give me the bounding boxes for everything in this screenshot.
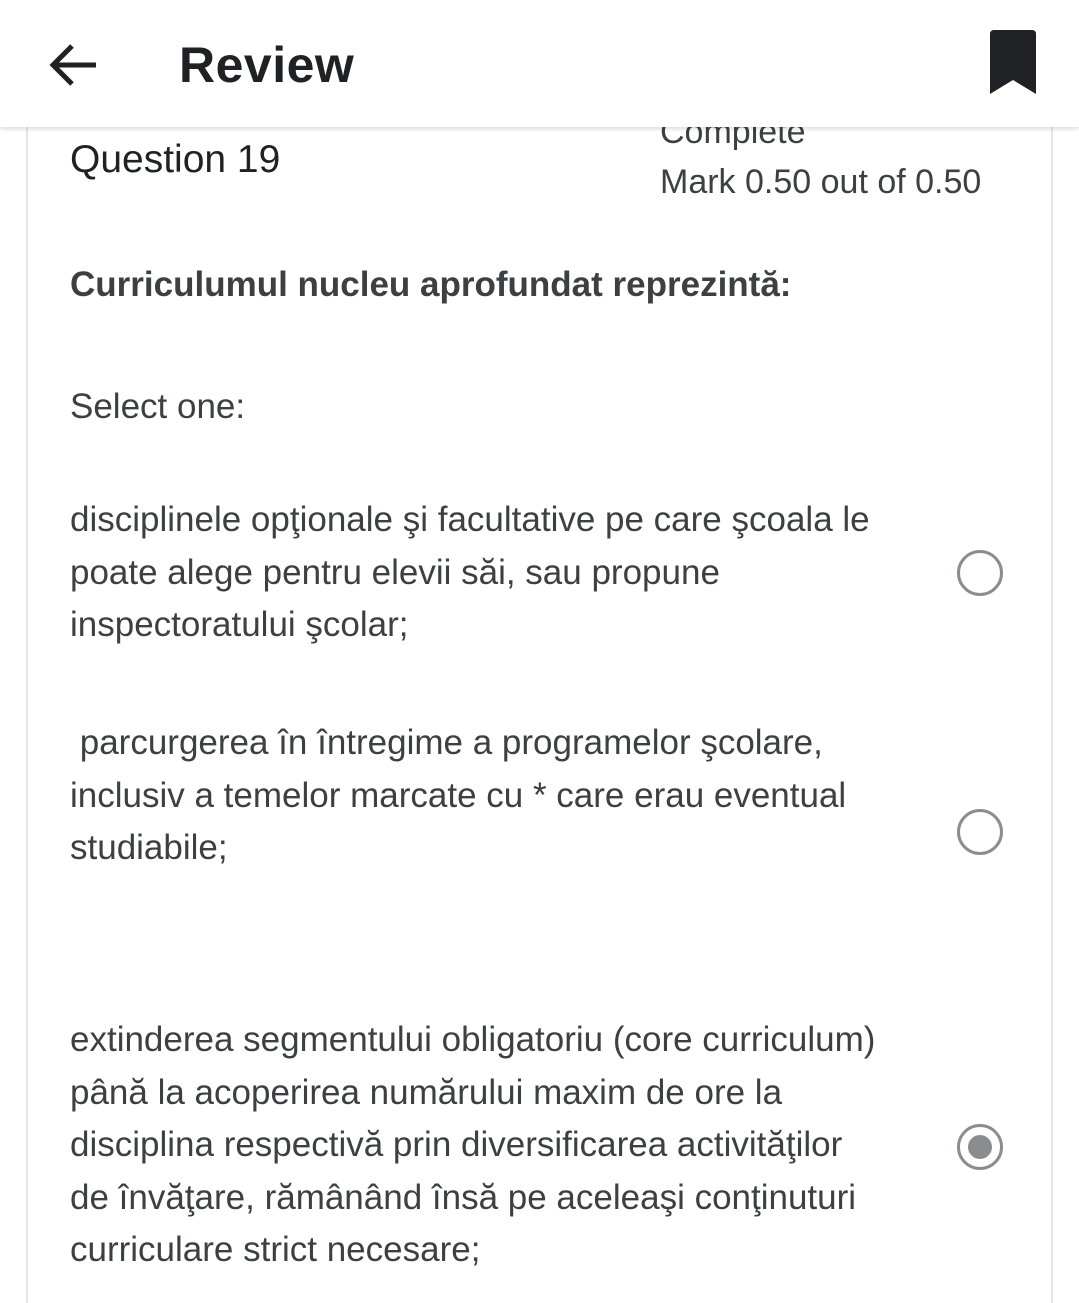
bookmark-icon <box>990 30 1036 94</box>
answer-option-c[interactable]: extinderea segmentului obligatoriu (core… <box>70 1014 1015 1279</box>
answer-option-text: disciplinele opţionale şi facultative pe… <box>70 500 880 644</box>
page-title: Review <box>179 37 355 93</box>
flag-question-button[interactable] <box>984 28 1042 100</box>
question-mark: Mark 0.50 out of 0.50 <box>660 163 982 201</box>
radio-button-selected[interactable] <box>957 1124 1003 1170</box>
radio-button[interactable] <box>957 809 1003 855</box>
top-app-bar: Review <box>0 0 1079 127</box>
select-one-prompt: Select one: <box>70 387 246 426</box>
review-page: Review Question 19 Complete Mark 0.50 ou… <box>0 0 1079 1303</box>
back-button[interactable] <box>42 33 106 97</box>
answer-option-text: parcurgerea în întregime a programelor ş… <box>70 723 856 867</box>
answer-option-a[interactable]: disciplinele opţionale şi facultative pe… <box>70 494 1015 654</box>
question-number: Question 19 <box>70 138 281 181</box>
radio-button[interactable] <box>957 550 1003 596</box>
question-text: Curriculumul nucleu aprofundat reprezint… <box>70 265 792 304</box>
answer-option-b[interactable]: parcurgerea în întregime a programelor ş… <box>70 717 1015 877</box>
arrow-left-icon <box>49 44 96 86</box>
answer-option-text: extinderea segmentului obligatoriu (core… <box>70 1020 886 1269</box>
